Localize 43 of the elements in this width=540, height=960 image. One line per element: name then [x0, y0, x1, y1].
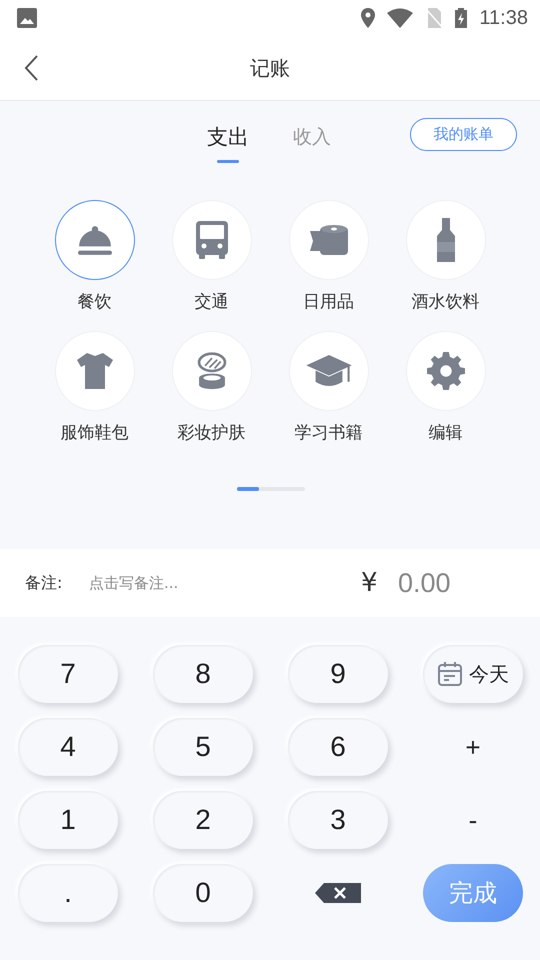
category-label: 日用品	[303, 291, 354, 313]
t-shirt-icon	[76, 353, 112, 389]
image-icon	[17, 8, 37, 28]
calendar-icon	[437, 661, 463, 687]
currency-symbol: ¥	[361, 568, 379, 598]
bottle-icon	[436, 218, 454, 262]
digit-key[interactable]: 6	[288, 718, 388, 776]
settings-icon	[426, 352, 464, 390]
digit-key[interactable]: 4	[18, 718, 118, 776]
operator-key[interactable]: +	[423, 718, 523, 776]
status-time: 11:38	[479, 6, 528, 30]
toilet-paper-icon	[310, 225, 348, 255]
category-label: 彩妆护肤	[178, 422, 246, 444]
category-label: 交通	[194, 291, 228, 313]
amount-value: 0.00	[398, 568, 451, 598]
category-label: 学习书籍	[294, 422, 362, 444]
operator-key[interactable]: -	[423, 791, 523, 849]
bus-icon	[196, 221, 228, 259]
category-label: 餐饮	[78, 291, 112, 313]
category-label: 服饰鞋包	[60, 422, 128, 444]
date-button[interactable]: 今天	[423, 645, 523, 703]
tab[interactable]: 支出	[205, 119, 251, 163]
digit-key[interactable]: 3	[288, 791, 388, 849]
digit-key[interactable]: 8	[153, 645, 253, 703]
note-label: 备注:	[25, 572, 64, 594]
category-label: 酒水饮料	[412, 291, 480, 313]
digit-key[interactable]: 7	[18, 645, 118, 703]
digit-key[interactable]: .	[18, 864, 118, 922]
digit-key[interactable]: 2	[153, 791, 253, 849]
location-icon	[361, 8, 376, 28]
digit-key[interactable]: 1	[18, 791, 118, 849]
graduation-cap-icon	[306, 354, 352, 388]
backspace-icon	[315, 883, 361, 903]
digit-key[interactable]: 9	[288, 645, 388, 703]
no-sim-icon	[425, 8, 444, 28]
cloche-icon	[78, 226, 112, 254]
page-title: 记账	[250, 54, 290, 82]
category-label: 编辑	[428, 422, 462, 444]
digit-key[interactable]: 5	[153, 718, 253, 776]
digit-key[interactable]: 0	[153, 864, 253, 922]
wifi-icon	[387, 8, 414, 28]
compact-icon	[196, 352, 226, 390]
battery-icon	[455, 8, 468, 28]
